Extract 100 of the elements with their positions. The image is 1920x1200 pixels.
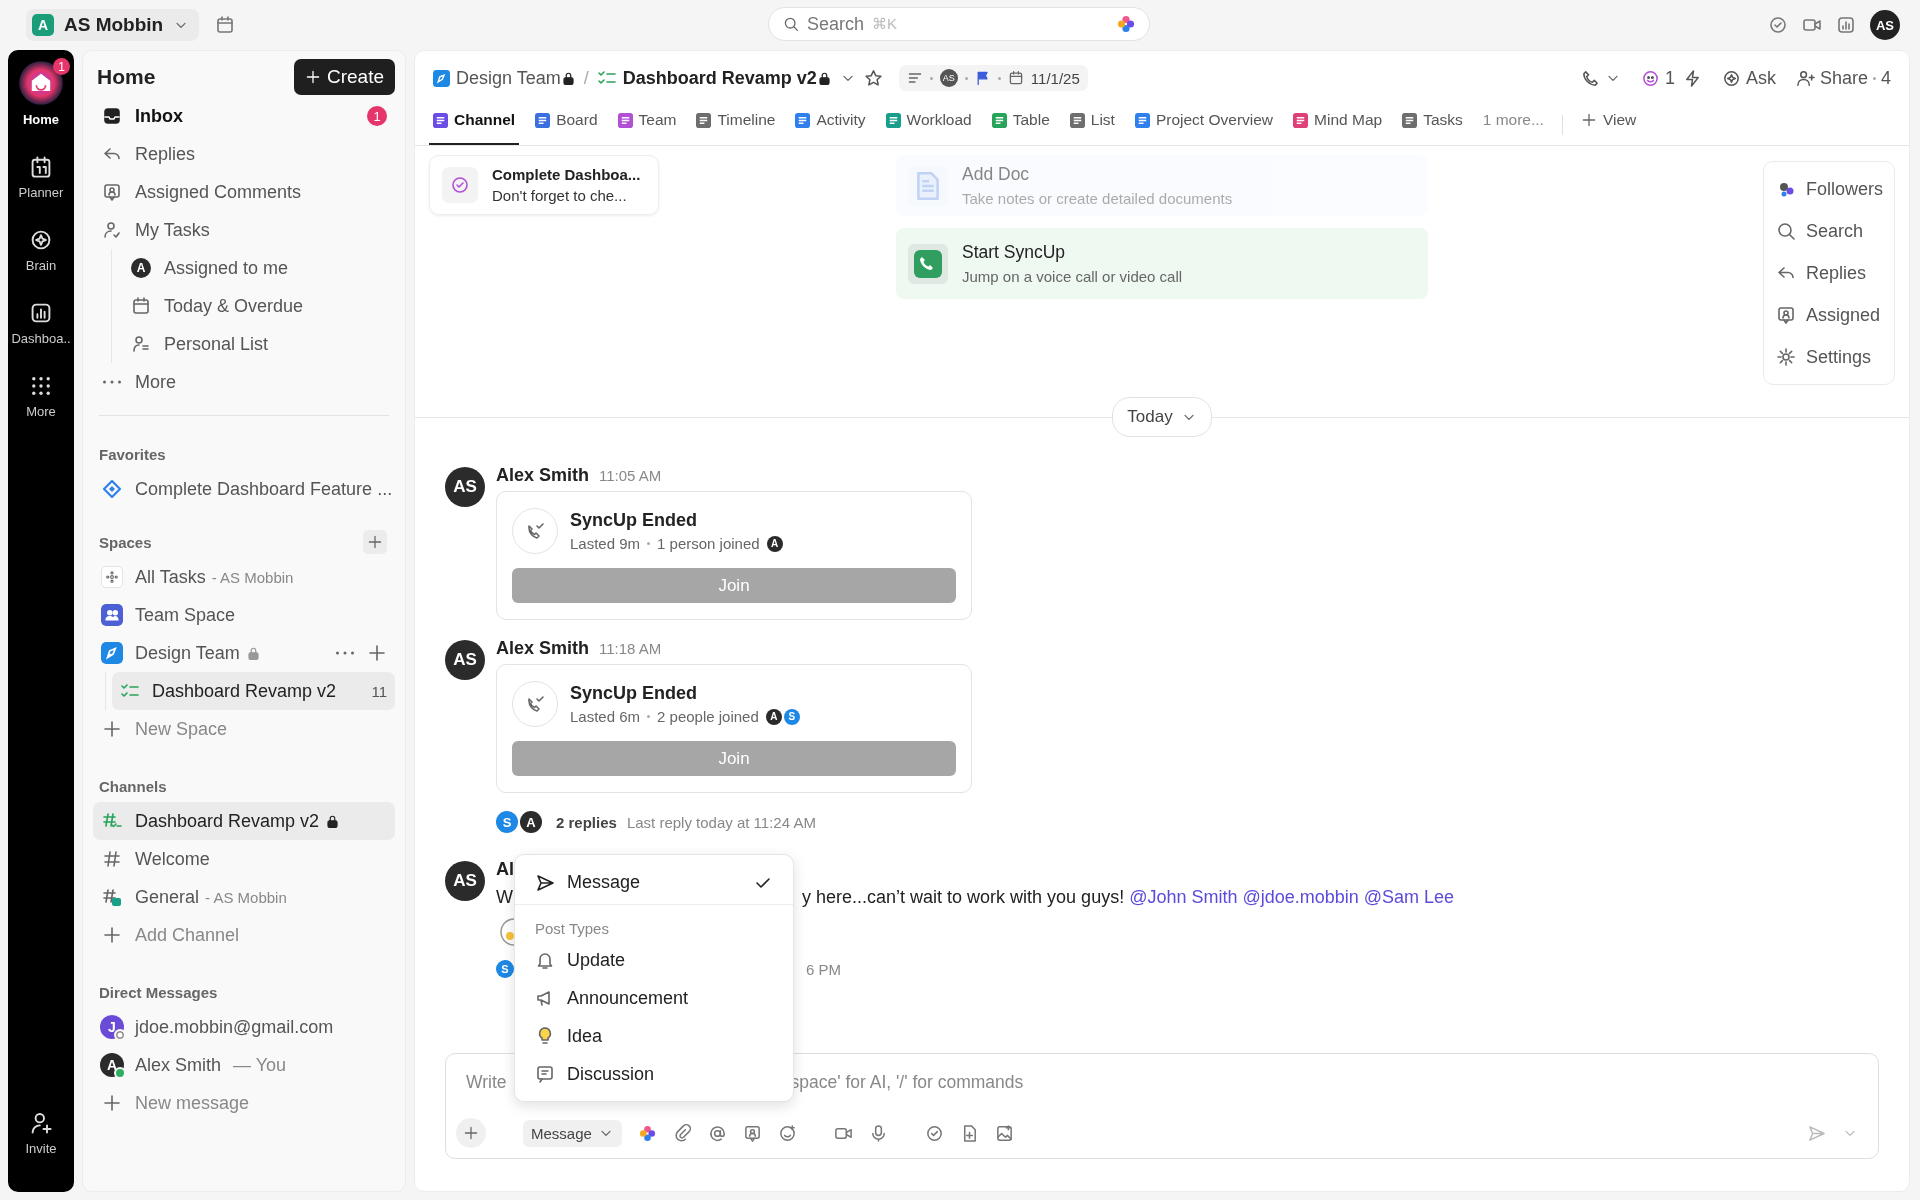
menu-item[interactable]: Update <box>515 941 793 979</box>
settings-icon <box>1776 347 1796 367</box>
rail-item[interactable]: 1 Home <box>10 56 72 127</box>
plus-icon <box>102 1093 122 1113</box>
avatar: A <box>520 811 542 833</box>
space-item[interactable]: Design Team <box>93 634 395 672</box>
rail-item[interactable]: More <box>18 370 64 419</box>
view-tab[interactable]: Timeline <box>692 105 780 145</box>
breadcrumb-link[interactable]: Dashboard Revamp v2 <box>596 67 832 89</box>
space-item[interactable]: Team Space <box>93 596 395 634</box>
rail-item[interactable]: Planner <box>10 151 72 200</box>
list-item[interactable]: Dashboard Revamp v2 11 <box>112 672 395 710</box>
post-type-dropdown[interactable]: Message <box>523 1119 622 1147</box>
panel-item[interactable]: Settings <box>1770 336 1888 378</box>
view-tab[interactable]: List <box>1065 105 1119 145</box>
nav-item[interactable]: Personal List <box>122 325 395 363</box>
add-view-button[interactable]: View <box>1576 105 1641 145</box>
view-tab[interactable]: Channel <box>429 105 520 145</box>
author-name: Alex Smith <box>496 638 590 659</box>
calendar-icon <box>1007 70 1024 86</box>
invite-button[interactable]: Invite <box>17 1107 65 1156</box>
call-button[interactable] <box>1580 68 1621 88</box>
view-tab[interactable]: Activity <box>791 105 870 145</box>
ai-icon <box>1117 15 1135 33</box>
user-avatar[interactable]: AS <box>1870 10 1900 40</box>
menu-item[interactable]: Idea <box>515 1017 793 1055</box>
panel-item[interactable]: Followers <box>1770 168 1888 210</box>
nav-item[interactable]: Replies <box>93 135 395 173</box>
share-button[interactable]: Share 4 <box>1795 67 1891 89</box>
lines-icon <box>906 70 923 86</box>
dm-item[interactable]: A Alex Smith — You <box>93 1046 395 1084</box>
view-tab[interactable]: Tasks <box>1398 105 1467 145</box>
view-tab[interactable]: Team <box>613 105 681 145</box>
chart-icon <box>29 301 53 325</box>
menu-item[interactable]: Discussion <box>515 1055 793 1093</box>
pinned-task-card[interactable]: Complete Dashboa... Don't forget to che... <box>429 155 659 215</box>
date-divider[interactable]: Today <box>1112 397 1212 437</box>
nav-item[interactable]: Today & Overdue <box>122 287 395 325</box>
panel-item[interactable]: Replies <box>1770 252 1888 294</box>
nav-item[interactable]: My Tasks <box>93 211 395 249</box>
menu-item[interactable]: Announcement <box>515 979 793 1017</box>
view-tab[interactable]: Table <box>987 105 1054 145</box>
view-tab[interactable]: Mind Map <box>1289 105 1387 145</box>
task-meta-bar[interactable]: AS 11/1/25 <box>898 65 1088 91</box>
channel-item[interactable]: General - AS Mobbin <box>93 878 395 916</box>
panel-item[interactable]: Search <box>1770 210 1888 252</box>
author-name: Alex Smith <box>496 465 590 486</box>
ask-button[interactable]: Ask <box>1721 67 1776 89</box>
mention-link[interactable]: @John Smith <box>1129 887 1238 908</box>
rail-item[interactable]: Brain <box>17 224 65 273</box>
view-tab[interactable]: Workload <box>881 105 976 145</box>
plus-icon <box>102 925 122 945</box>
space-item[interactable]: All Tasks - AS Mobbin <box>93 558 395 596</box>
ai-icon[interactable] <box>637 1123 657 1143</box>
create-button[interactable]: Create <box>293 59 395 95</box>
avatar: AS <box>445 467 485 507</box>
mention-link[interactable]: @jdoe.mobbin <box>1242 887 1359 908</box>
menu-item[interactable]: Message <box>515 861 793 905</box>
task-title: Complete Dashboa... <box>492 166 641 183</box>
add-doc-card[interactable]: Add Doc Take notes or create detailed documents <box>896 155 1428 216</box>
phone-icon <box>525 521 545 541</box>
rail-item[interactable]: Dashboa.. <box>3 297 79 346</box>
last-reply: Last reply today at 11:24 AM <box>626 813 816 831</box>
pen-icon <box>101 642 123 664</box>
message-text: y here...can’t wait to work with you guys! <box>802 887 1125 908</box>
dots-icon <box>102 380 122 384</box>
phone-icon <box>1580 68 1600 88</box>
ai-count-button[interactable]: 1 <box>1640 67 1675 89</box>
diamond-icon <box>102 479 122 499</box>
view-tab[interactable]: Project Overview <box>1130 105 1278 145</box>
nav-item[interactable]: Inbox 1 <box>93 97 395 135</box>
mention-link[interactable]: @Sam Lee <box>1363 887 1455 908</box>
view-tab[interactable]: Board <box>531 105 602 145</box>
due-date: 11/1/25 <box>1030 69 1080 87</box>
section-heading: Favorites <box>98 444 167 465</box>
dots-icon <box>335 651 355 655</box>
favorite-item[interactable]: Complete Dashboard Feature ... <box>93 470 395 508</box>
add-button[interactable] <box>456 1118 486 1148</box>
workspace-switcher[interactable]: A AS Mobbin <box>26 9 200 41</box>
timestamp: 11:18 AM <box>599 640 662 657</box>
channel-item[interactable]: Welcome <box>93 840 395 878</box>
nav-item[interactable]: More <box>93 363 395 401</box>
breadcrumb-link[interactable]: Design Team <box>433 67 576 89</box>
add-channel-button[interactable]: Add Channel <box>93 916 395 954</box>
person-icon <box>102 220 122 240</box>
composer-placeholder: Write <box>466 1072 507 1093</box>
section-heading: Spaces <box>98 532 153 553</box>
notification-badge: 1 <box>53 58 70 75</box>
replies-link[interactable]: 2 replies <box>556 813 617 831</box>
dm-item[interactable]: J jdoe.mobbin@gmail.com <box>93 1008 395 1046</box>
nav-item[interactable]: A Assigned to me <box>122 249 395 287</box>
panel-item[interactable]: Assigned <box>1770 294 1888 336</box>
add-button[interactable] <box>363 530 387 554</box>
search-field[interactable]: Search ⌘K <box>768 7 1150 41</box>
start-syncup-card[interactable]: Start SyncUp Jump on a voice call or video call <box>896 228 1428 299</box>
channel-item[interactable]: Dashboard Revamp v2 <box>93 802 395 840</box>
plus-icon <box>463 1125 479 1141</box>
menu-heading: Post Types <box>534 918 610 939</box>
nav-item[interactable]: Assigned Comments <box>93 173 395 211</box>
more-views-link[interactable]: 1 more... <box>1478 105 1548 145</box>
